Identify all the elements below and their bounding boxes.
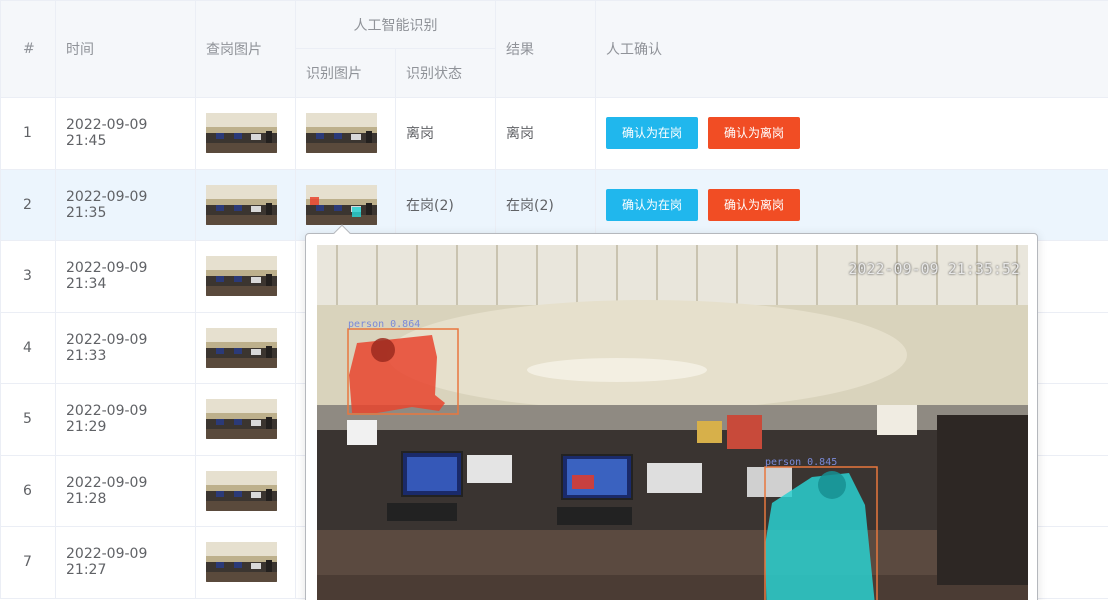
header-ai-group: 人工智能识别	[295, 0, 496, 49]
check-image-thumbnail[interactable]	[206, 185, 277, 225]
header-time: 时间	[55, 0, 196, 98]
row-actions: 确认为在岗 确认为离岗	[595, 97, 1108, 170]
row-time: 2022-09-09 21:29	[55, 383, 196, 456]
header-result: 结果	[495, 0, 596, 98]
lobby-scene-image	[317, 245, 1028, 600]
row-index: 1	[0, 97, 56, 170]
confirm-off-duty-button[interactable]: 确认为离岗	[708, 188, 801, 221]
header-ai-image: 识别图片	[295, 48, 396, 98]
check-image-thumbnail[interactable]	[206, 113, 277, 153]
image-timestamp: 2022-09-09 21:35:52	[848, 260, 1020, 278]
check-image-cell	[195, 97, 296, 170]
table-row: 1 2022-09-09 21:45 离岗 离岗 确认为在岗 确认为离岗	[0, 97, 1108, 170]
detection-label: person 0.845	[765, 457, 838, 468]
row-time: 2022-09-09 21:35	[55, 168, 196, 241]
row-index: 3	[0, 240, 56, 313]
table-row: 2 2022-09-09 21:35 在岗(2) 在岗(2) 确认为在岗 确认为离…	[0, 168, 1108, 241]
row-index: 5	[0, 383, 56, 456]
detection-label: person 0.864	[348, 319, 421, 330]
check-image-thumbnail[interactable]	[206, 256, 277, 296]
header-manual-confirm: 人工确认	[595, 0, 1108, 98]
check-image-cell	[195, 240, 296, 313]
row-actions: 确认为在岗 确认为离岗	[595, 168, 1108, 241]
row-index: 2	[0, 168, 56, 241]
ai-image-thumbnail[interactable]	[306, 185, 377, 225]
row-status: 在岗(2)	[395, 168, 496, 241]
row-time: 2022-09-09 21:28	[55, 454, 196, 527]
ai-image-thumbnail[interactable]	[306, 113, 377, 153]
check-image-cell	[195, 526, 296, 599]
check-image-thumbnail[interactable]	[206, 399, 277, 439]
confirm-on-duty-button[interactable]: 确认为在岗	[606, 188, 699, 221]
check-image-cell	[195, 454, 296, 527]
row-index: 6	[0, 454, 56, 527]
check-image-cell	[195, 383, 296, 456]
header-ai-status: 识别状态	[395, 48, 496, 98]
row-time: 2022-09-09 21:27	[55, 526, 196, 599]
confirm-off-duty-button[interactable]: 确认为离岗	[708, 117, 801, 150]
row-index: 4	[0, 311, 56, 384]
header-check-image: 查岗图片	[195, 0, 296, 98]
row-result: 在岗(2)	[495, 168, 596, 241]
header-index: #	[0, 0, 56, 98]
row-time: 2022-09-09 21:45	[55, 97, 196, 170]
row-result: 离岗	[495, 97, 596, 170]
check-image-cell	[195, 168, 296, 241]
check-image-cell	[195, 311, 296, 384]
row-status: 离岗	[395, 97, 496, 170]
image-preview-popover: 2022-09-09 21:35:52 person 0.864 person …	[305, 224, 1038, 600]
check-image-thumbnail[interactable]	[206, 542, 277, 582]
row-time: 2022-09-09 21:34	[55, 240, 196, 313]
preview-image: 2022-09-09 21:35:52 person 0.864 person …	[317, 245, 1028, 600]
ai-image-cell	[295, 97, 396, 170]
row-time: 2022-09-09 21:33	[55, 311, 196, 384]
check-image-thumbnail[interactable]	[206, 471, 277, 511]
confirm-on-duty-button[interactable]: 确认为在岗	[606, 117, 699, 150]
check-image-thumbnail[interactable]	[206, 328, 277, 368]
row-index: 7	[0, 526, 56, 599]
